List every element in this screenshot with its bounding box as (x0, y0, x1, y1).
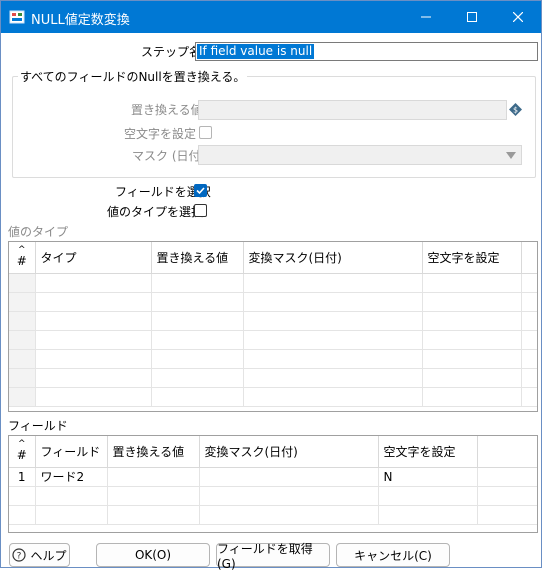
column-header[interactable]: 変換マスク(日付) (199, 436, 379, 468)
help-button[interactable]: ? ヘルプ (9, 543, 70, 567)
column-header[interactable]: 置き換える値 (107, 436, 200, 468)
field-name-cell[interactable]: ワード2 (35, 467, 108, 487)
value-types-section-label: 値のタイプ (8, 225, 69, 239)
dialog-window: NULL値定数変換 ステップ名 If field value is null す… (0, 0, 542, 571)
column-header[interactable]: ^ # (9, 242, 36, 274)
replace-value-input[interactable] (198, 100, 507, 120)
select-fields-checkbox[interactable] (194, 184, 207, 197)
cancel-button-label: キャンセル(C) (354, 548, 432, 563)
select-value-type-checkbox[interactable] (194, 204, 207, 217)
ok-button[interactable]: OK(O) (96, 543, 210, 567)
column-header[interactable]: 変換マスク(日付) (243, 242, 423, 274)
column-header (521, 242, 537, 274)
svg-text:?: ? (17, 552, 22, 562)
row-number: 1 (9, 467, 36, 487)
replace-value-cell[interactable] (107, 467, 200, 487)
ok-button-label: OK(O) (134, 548, 172, 562)
table-row[interactable] (9, 387, 537, 407)
table-row[interactable] (9, 273, 537, 293)
help-button-label: ヘルプ (30, 548, 67, 563)
get-fields-button-label: フィールドを取得(G) (217, 541, 313, 571)
empty-string-label: 空文字を設定 (124, 127, 197, 141)
cancel-button[interactable]: キャンセル(C) (336, 543, 450, 567)
column-header[interactable]: タイプ (35, 242, 152, 274)
close-icon (513, 12, 523, 22)
column-header[interactable]: フィールド (35, 436, 108, 468)
window-title: NULL値定数変換 (31, 13, 130, 28)
get-fields-button[interactable]: フィールドを取得(G) (216, 542, 330, 571)
mask-cell[interactable] (199, 467, 379, 487)
table-row[interactable] (9, 505, 537, 525)
fields-section-label: フィールド (8, 419, 68, 433)
table-header-row: ^ # フィールド 置き換える値 変換マスク(日付) 空文字を設定 (9, 436, 537, 468)
app-icon (9, 10, 25, 24)
minimize-button[interactable] (403, 1, 449, 33)
minimize-icon (421, 16, 431, 18)
chevron-down-icon (506, 152, 516, 159)
help-icon: ? (12, 548, 27, 562)
value-types-table[interactable]: ^ # タイプ 置き換える値 変換マスク(日付) 空文字を設定 (8, 241, 538, 412)
table-row[interactable] (9, 368, 537, 388)
step-name-label: ステップ名 (141, 45, 202, 59)
table-row[interactable] (9, 292, 537, 312)
close-button[interactable] (495, 1, 541, 33)
title-bar[interactable]: NULL値定数変換 (1, 1, 541, 33)
fields-table[interactable]: ^ # フィールド 置き換える値 変換マスク(日付) 空文字を設定 1 ワード2 … (8, 435, 538, 533)
column-header[interactable]: 空文字を設定 (378, 436, 478, 468)
empty-string-cell[interactable]: N (378, 467, 478, 487)
table-row[interactable] (9, 330, 537, 350)
column-header[interactable]: ^ # (9, 436, 36, 468)
table-row[interactable] (9, 486, 537, 506)
table-row[interactable] (9, 311, 537, 331)
replace-value-label: 置き換える値 (131, 103, 203, 117)
step-name-value: If field value is null (197, 44, 315, 59)
replace-all-group-title: すべてのフィールドのNullを置き換える。 (18, 68, 248, 85)
maximize-icon (467, 12, 477, 22)
table-row[interactable] (9, 349, 537, 369)
step-name-input[interactable]: If field value is null (195, 42, 538, 61)
mask-label: マスク (日付) (132, 149, 206, 163)
svg-text:$: $ (513, 106, 518, 115)
column-header[interactable]: 空文字を設定 (422, 242, 522, 274)
column-header (477, 436, 537, 468)
maximize-button[interactable] (449, 1, 495, 33)
column-header[interactable]: 置き換える値 (151, 242, 244, 274)
table-header-row: ^ # タイプ 置き換える値 変換マスク(日付) 空文字を設定 (9, 242, 537, 274)
checkmark-icon (196, 187, 205, 195)
select-value-type-label: 値のタイプを選択 (107, 205, 204, 219)
mask-select[interactable] (198, 145, 522, 165)
empty-string-checkbox[interactable] (199, 126, 212, 139)
table-row[interactable]: 1 ワード2 N (9, 467, 537, 487)
variable-icon[interactable]: $ (509, 103, 522, 116)
